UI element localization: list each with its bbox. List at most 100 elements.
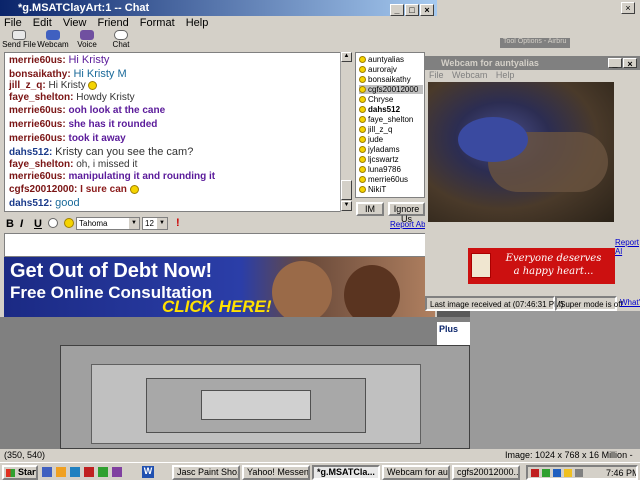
user-item[interactable]: jyladams <box>359 145 400 154</box>
happy-heart-ad[interactable]: Everyone deserves a happy heart... <box>468 248 615 284</box>
debt-ad-banner[interactable]: Get Out of Debt Now! Free Online Consult… <box>4 257 435 317</box>
user-name: cgfs20012000 <box>368 85 419 94</box>
task-webcam[interactable]: Webcam for au... <box>382 465 450 480</box>
chat-message: merrie60us: manipulating it and rounding… <box>9 171 215 182</box>
font-size-select[interactable]: 12 ▼ <box>142 217 168 230</box>
close-icon[interactable]: × <box>623 58 637 69</box>
menu-friend[interactable]: Friend <box>98 17 129 29</box>
ignore-user-button[interactable]: Ignore Us <box>388 202 425 224</box>
user-item[interactable]: bonsaikathy <box>359 75 411 84</box>
tray-icon[interactable] <box>575 469 583 477</box>
report-abuse-link[interactable]: Report Ab <box>390 220 426 229</box>
font-select[interactable]: Tahoma ▼ <box>76 217 140 230</box>
tray-icon[interactable] <box>531 469 539 477</box>
chat-bubble-icon <box>114 30 128 40</box>
menu-view[interactable]: View <box>63 17 87 29</box>
clock[interactable]: 7:46 PM <box>606 468 636 478</box>
menu-edit[interactable]: Edit <box>33 17 52 29</box>
task-cgfs[interactable]: cgfs20012000... <box>452 465 520 480</box>
color-icon[interactable] <box>48 218 58 228</box>
start-button[interactable]: Start <box>2 465 38 480</box>
chat-menu-bar: File Edit View Friend Format Help <box>0 16 437 30</box>
menu-format[interactable]: Format <box>140 17 175 29</box>
minimize-icon[interactable]: _ <box>608 58 622 69</box>
voice-button[interactable]: Voice <box>70 30 104 49</box>
cursor-coords: (350, 540) <box>4 450 46 460</box>
quicklaunch-icon[interactable] <box>84 467 94 477</box>
emoticon-icon[interactable] <box>64 218 74 228</box>
menu-webcam[interactable]: Webcam <box>452 70 487 80</box>
message-text: took it away <box>68 133 126 144</box>
report-abuse-link[interactable]: Report Al <box>615 238 640 256</box>
menu-help[interactable]: Help <box>186 17 209 29</box>
send-file-label: Send File <box>2 40 36 49</box>
minimize-icon[interactable]: _ <box>390 4 404 16</box>
maximize-icon[interactable]: □ <box>405 4 419 16</box>
webcam-button[interactable]: Webcam <box>36 30 70 49</box>
send-file-button[interactable]: Send File <box>2 30 36 49</box>
close-icon[interactable]: × <box>420 4 434 16</box>
message-sender: bonsaikathy: <box>9 69 71 80</box>
quicklaunch-icon[interactable] <box>112 467 122 477</box>
user-item[interactable]: ljcswartz <box>359 155 399 164</box>
quicklaunch-icon[interactable] <box>42 467 52 477</box>
quicklaunch-icon[interactable] <box>70 467 80 477</box>
conversation-scrollbar[interactable]: ▲ ▼ <box>340 52 352 212</box>
user-item[interactable]: auntyalias <box>359 55 404 64</box>
ad-photo <box>272 261 332 317</box>
menu-help[interactable]: Help <box>496 70 515 80</box>
underline-button[interactable]: U <box>34 218 42 230</box>
menu-file[interactable]: File <box>4 17 22 29</box>
quicklaunch-icon[interactable] <box>98 467 108 477</box>
quicklaunch-icon[interactable] <box>56 467 66 477</box>
user-item[interactable]: jude <box>359 135 383 144</box>
word-icon[interactable]: W <box>142 466 154 478</box>
user-item[interactable]: merrie60us <box>359 175 408 184</box>
scroll-up-icon[interactable]: ▲ <box>341 52 352 62</box>
scroll-down-icon[interactable]: ▼ <box>341 201 352 211</box>
taskbar: Start W Jasc Paint Sho... Yahoo! Messen.… <box>0 462 640 480</box>
user-item[interactable]: faye_shelton <box>359 115 413 124</box>
task-chat[interactable]: *g.MSATCla... <box>312 465 380 480</box>
windows-logo-icon <box>6 469 15 477</box>
italic-button[interactable]: I <box>20 218 23 230</box>
user-item-selected[interactable]: cgfs20012000 <box>359 85 423 94</box>
task-paint-shop[interactable]: Jasc Paint Sho... <box>172 465 240 480</box>
chat-button[interactable]: Chat <box>104 30 138 49</box>
bold-button[interactable]: B <box>6 218 14 230</box>
user-item[interactable]: luna9786 <box>359 165 401 174</box>
user-item[interactable]: jill_z_q <box>359 125 392 134</box>
user-status-icon <box>359 116 366 124</box>
ad-click-here[interactable]: CLICK HERE! <box>162 297 272 317</box>
message-input[interactable] <box>4 233 429 257</box>
im-button[interactable]: IM <box>356 202 384 216</box>
close-icon[interactable]: × <box>621 2 635 14</box>
user-name: jude <box>368 135 384 144</box>
user-item[interactable]: aurorajv <box>359 65 397 74</box>
conversation-pane[interactable]: merrie60us: Hi Kristy bonsaikathy: Hi Kr… <box>4 52 350 212</box>
menu-file[interactable]: File <box>429 70 444 80</box>
whats-this-link[interactable]: What's t <box>617 296 640 311</box>
tray-icon[interactable] <box>564 469 572 477</box>
tray-icon[interactable] <box>553 469 561 477</box>
message-text: Kristy can you see the cam? <box>55 146 194 158</box>
user-list[interactable]: auntyalias aurorajv bonsaikathy cgfs2001… <box>355 52 425 198</box>
user-item[interactable]: Chryse <box>359 95 393 104</box>
chevron-down-icon[interactable]: ▼ <box>129 218 139 229</box>
alert-icon[interactable]: ! <box>176 217 180 229</box>
font-size-value: 12 <box>145 219 154 228</box>
user-item[interactable]: NikiT <box>359 185 386 194</box>
message-sender: merrie60us: <box>9 133 66 144</box>
chat-title-bar[interactable]: *g.MSATClayArt:1 -- Chat _ □ × <box>0 0 437 16</box>
user-name: jyladams <box>368 145 400 154</box>
user-name: bonsaikathy <box>368 75 411 84</box>
scroll-thumb[interactable] <box>341 180 352 200</box>
webcam-title-bar[interactable]: Webcam for auntyalias _ × <box>425 56 640 70</box>
message-sender: merrie60us: <box>9 171 66 182</box>
task-yahoo-messenger[interactable]: Yahoo! Messen... <box>242 465 310 480</box>
chevron-down-icon[interactable]: ▼ <box>157 218 167 229</box>
psp-status-bar: (350, 540) Image: 1024 x 768 x 16 Millio… <box>0 449 640 472</box>
tray-icon[interactable] <box>542 469 550 477</box>
user-item[interactable]: dahs512 <box>359 105 400 114</box>
format-toolbar: B I U Tahoma ▼ 12 ▼ ! Report Ab <box>4 216 434 232</box>
